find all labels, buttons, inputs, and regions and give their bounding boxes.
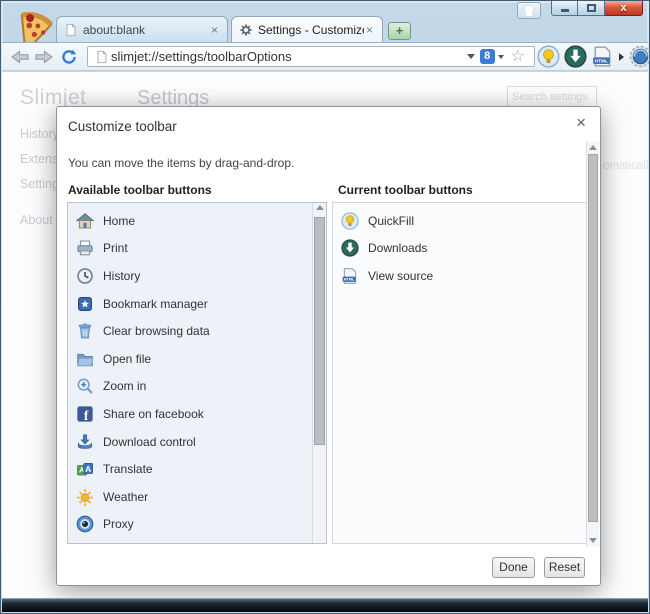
available-buttons-header: Available toolbar buttons [68,183,212,197]
list-item[interactable]: QuickFill [333,207,589,235]
list-item[interactable]: Print [68,235,326,263]
tab-about-blank[interactable]: about:blank × [56,16,228,43]
maximize-icon [587,4,596,12]
maximize-button[interactable] [578,1,605,16]
list-item[interactable]: Clear browsing data [68,317,326,345]
browser-window: x about:blank × Settings - Customize too… [0,0,650,614]
tab-close-icon[interactable]: × [209,23,220,37]
svg-text:HTML: HTML [344,278,355,282]
list-item[interactable]: Zoom in [68,373,326,401]
list-item[interactable]: Download control [68,428,326,456]
theme-shirt-button[interactable] [517,2,541,19]
scrollbar-thumb[interactable] [588,154,598,522]
new-tab-button[interactable]: + [388,22,411,40]
scroll-up-icon[interactable] [313,205,326,215]
reset-button[interactable]: Reset [544,557,585,578]
list-item[interactable]: Open file [68,345,326,373]
trash-icon [76,322,94,340]
search-engine-caret-icon[interactable] [498,55,504,59]
google-search-icon[interactable]: 8 [480,49,495,64]
close-window-button[interactable]: x [605,1,643,16]
dialog-subtitle: You can move the items by drag-and-drop. [68,156,294,170]
proxy-icon [76,515,94,533]
overflow-caret-icon[interactable] [619,53,624,61]
window-bottom-frame [2,598,648,612]
downloads-icon[interactable] [564,45,587,68]
view-source-icon: HTML [341,267,359,285]
history-icon [76,267,94,285]
list-item[interactable]: HTML View source [333,262,589,290]
address-bar[interactable]: slimjet://settings/toolbarOptions 8 ☆ [87,46,535,67]
browser-toolbar: slimjet://settings/toolbarOptions 8 ☆ HT… [2,42,648,71]
list-item[interactable]: f Share on facebook [68,400,326,428]
scrollbar-thumb[interactable] [314,217,325,445]
window-controls: x [551,1,643,16]
scroll-up-icon[interactable] [587,142,599,153]
url-text[interactable]: slimjet://settings/toolbarOptions [111,49,464,64]
svg-text:f: f [84,408,89,423]
reload-button[interactable] [61,49,77,65]
list-item[interactable]: Downloads [333,235,589,263]
url-dropdown-caret-icon[interactable] [467,54,475,59]
view-source-icon[interactable]: HTML [591,45,614,68]
download-tray-icon [76,433,94,451]
quickfill-icon[interactable] [537,45,560,68]
list-item[interactable]: A Translate [68,455,326,483]
svg-text:A: A [85,464,91,474]
close-icon: x [620,3,626,14]
current-buttons-header: Current toolbar buttons [338,183,473,197]
tab-close-icon[interactable]: × [364,23,375,37]
back-button[interactable] [10,50,30,64]
customize-toolbar-dialog: Customize toolbar × You can move the ite… [56,106,601,586]
translate-icon: A [76,460,94,478]
tab-label: about:blank [83,23,209,37]
shirt-icon [522,4,536,18]
bookmark-icon [76,295,94,313]
minimize-icon [561,9,569,12]
list-item[interactable]: History [68,262,326,290]
list-item[interactable]: Bookmark manager [68,290,326,318]
list-item[interactable]: Proxy [68,511,326,539]
list-item[interactable]: Home [68,207,326,235]
done-button[interactable]: Done [492,557,535,578]
weather-icon [76,488,94,506]
available-list-scrollbar[interactable] [312,203,326,543]
dialog-title: Customize toolbar [68,119,177,134]
dialog-close-icon[interactable]: × [572,112,590,133]
forward-button[interactable] [34,50,54,64]
bookmark-star-icon[interactable]: ☆ [511,49,525,65]
quickfill-icon [341,212,359,230]
page-icon [95,50,109,64]
folder-icon [76,350,94,368]
list-item[interactable]: Weather [68,483,326,511]
print-icon [76,239,94,257]
available-buttons-list: Home Print History Bookmark manager Clea… [67,202,327,544]
svg-text:HTML: HTML [595,59,609,65]
zoom-in-icon [76,377,94,395]
facebook-icon: f [76,405,94,423]
gear-icon [239,23,253,37]
page-icon [64,23,78,37]
home-icon [76,212,94,230]
settings-globe-icon[interactable] [629,45,650,68]
pizza-icon [9,6,61,44]
tab-label: Settings - Customize tool [258,23,364,37]
tab-strip: about:blank × Settings - Customize tool … [56,15,411,43]
minimize-button[interactable] [551,1,578,16]
tab-settings-customize[interactable]: Settings - Customize tool × [231,16,383,43]
dialog-scrollbar[interactable] [586,141,599,547]
scroll-down-icon[interactable] [587,535,599,546]
downloads-icon [341,239,359,257]
current-buttons-list: QuickFill Downloads HTML View source [332,202,590,544]
